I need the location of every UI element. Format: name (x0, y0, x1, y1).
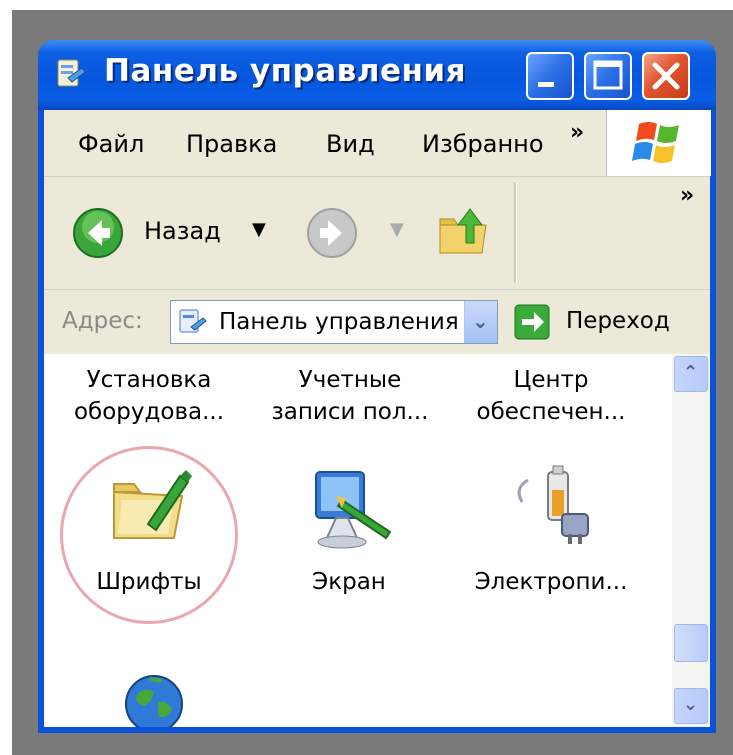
item-label-line: записи пол... (271, 399, 429, 425)
menu-edit[interactable]: Правка (186, 130, 277, 158)
close-button[interactable] (642, 52, 690, 100)
chevron-up-icon: ⌃ (683, 362, 699, 383)
control-panel-icon (57, 59, 86, 87)
scroll-down-button[interactable]: ⌄ (674, 688, 708, 724)
item-label-line: оборудова... (73, 399, 225, 425)
windows-logo (606, 110, 711, 176)
item-display-label[interactable]: Экран (294, 566, 404, 598)
chevron-down-icon: ⌄ (472, 309, 489, 333)
display-icon[interactable] (306, 466, 396, 550)
control-panel-icon (179, 309, 207, 333)
fonts-folder-icon[interactable] (108, 466, 192, 546)
address-value[interactable]: Панель управления (219, 309, 459, 335)
close-icon (652, 62, 680, 90)
menu-overflow-chevron[interactable]: » (570, 120, 584, 145)
menu-view[interactable]: Вид (326, 130, 375, 158)
item-label-line: Центр (513, 367, 589, 393)
scroll-up-button[interactable]: ⌃ (674, 356, 708, 392)
globe-icon[interactable] (122, 672, 186, 727)
title-bar[interactable]: Панель управления (38, 40, 716, 110)
minimize-icon (538, 82, 554, 87)
forward-dropdown-arrow[interactable]: ▼ (390, 219, 404, 240)
toolbar-separator (514, 183, 517, 283)
item-security-center[interactable]: Центр обеспечен... (458, 364, 644, 428)
maximize-button[interactable] (584, 52, 632, 100)
item-fonts-label[interactable]: Шрифты (64, 566, 234, 598)
explorer-window: Панель управления Файл Правка Вид Избран… (38, 40, 716, 733)
toolbar: Назад ▼ ▼ » (44, 177, 710, 290)
address-dropdown-button[interactable]: ⌄ (464, 301, 497, 343)
address-field[interactable]: Панель управления ⌄ (170, 300, 498, 344)
maximize-icon (593, 60, 623, 90)
scroll-thumb[interactable] (674, 624, 708, 662)
address-bar: Адрес: Панель управления ⌄ Переход (44, 290, 710, 354)
item-hardware-install[interactable]: Установка оборудова... (64, 364, 234, 428)
item-label-line: Учетные (298, 367, 402, 393)
item-user-accounts[interactable]: Учетные записи пол... (260, 364, 440, 428)
item-label-line: обеспечен... (476, 399, 626, 425)
items-view: Установка оборудова... Учетные записи по… (44, 354, 672, 727)
back-label[interactable]: Назад (144, 217, 221, 245)
chevron-down-icon: ⌄ (683, 694, 699, 715)
folder-up-icon[interactable] (434, 203, 492, 261)
menu-file[interactable]: Файл (78, 130, 144, 158)
menu-favorites[interactable]: Избранно (422, 130, 550, 158)
power-options-icon[interactable] (506, 458, 606, 554)
back-arrow-icon[interactable] (72, 207, 124, 259)
go-arrow-icon[interactable] (514, 304, 550, 340)
vertical-scrollbar[interactable]: ⌃ ⌄ (672, 354, 710, 727)
address-label: Адрес: (62, 308, 143, 334)
back-dropdown-arrow[interactable]: ▼ (252, 219, 266, 240)
minimize-button[interactable] (526, 52, 574, 100)
windows-flag-icon (632, 122, 679, 163)
forward-arrow-icon[interactable] (306, 207, 358, 259)
item-label-line: Установка (86, 367, 212, 393)
go-button-label[interactable]: Переход (566, 308, 670, 334)
toolbar-overflow-chevron[interactable]: » (680, 183, 694, 208)
menu-bar: Файл Правка Вид Избранно » (44, 110, 711, 177)
item-power-label[interactable]: Электропи... (458, 566, 644, 598)
window-client: Файл Правка Вид Избранно » Назад ▼ ▼ » А… (44, 110, 711, 727)
window-title: Панель управления (104, 53, 467, 89)
